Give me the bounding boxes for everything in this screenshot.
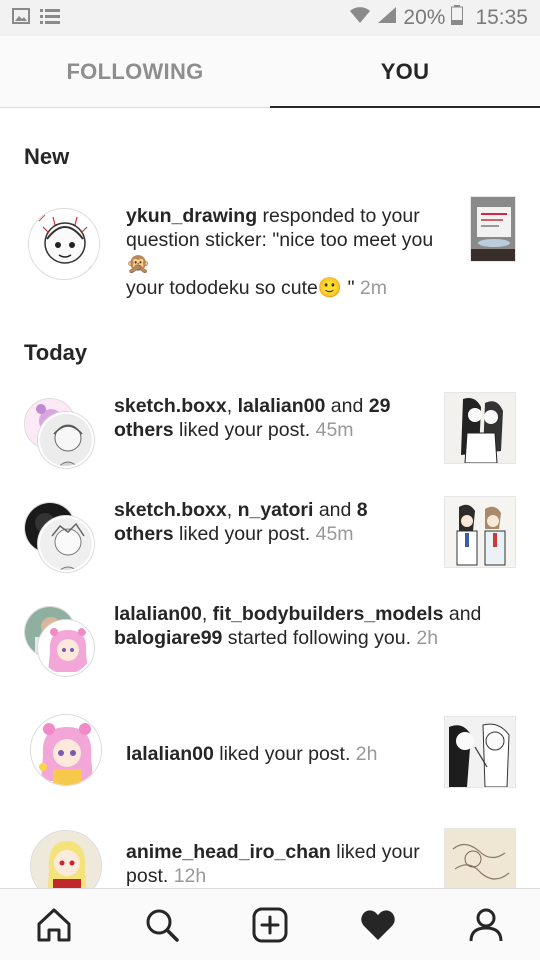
notification-message: liked your post. [173,523,311,545]
list-item[interactable]: anime_head_iro_chan liked your post. 12h [0,826,540,888]
username[interactable]: fit_bodybuilders_models [213,603,444,625]
post-thumbnail[interactable] [444,392,516,464]
conjunction: and [443,603,482,625]
avatar[interactable] [28,208,100,280]
post-thumbnail[interactable] [470,196,516,262]
profile-icon[interactable] [459,898,513,952]
post-thumbnail[interactable] [444,716,516,788]
list-item[interactable]: lalalian00, fit_bodybuilders_models and … [0,602,540,698]
username[interactable]: lalalian00 [238,395,326,417]
username[interactable]: sketch.boxx [114,499,227,521]
notification-text: ykun_drawing responded to your question … [126,204,446,300]
post-thumbnail[interactable] [444,828,516,888]
activity-heart-icon[interactable] [351,898,405,952]
wifi-icon [349,6,371,30]
timestamp: 2h [411,627,439,649]
image-icon [12,7,30,29]
battery-icon [451,5,464,31]
notification-text: sketch.boxx, n_yatori and 8 others liked… [114,498,414,546]
tab-you[interactable]: YOU [270,36,540,108]
home-icon[interactable] [27,898,81,952]
notification-message: started following you. [222,627,411,649]
username[interactable]: ykun_drawing [126,205,257,227]
avatar[interactable] [30,714,102,786]
separator: , [226,395,238,417]
tab-following[interactable]: FOLLOWING [0,36,270,107]
username[interactable]: balogiare99 [114,627,222,649]
avatar[interactable] [30,830,102,888]
list-item[interactable]: sketch.boxx, lalalian00 and 29 others li… [0,392,540,484]
username[interactable]: sketch.boxx [114,395,227,417]
add-post-icon[interactable] [243,898,297,952]
timestamp: 45m [310,523,354,545]
notification-text: anime_head_iro_chan liked your post. 12h [126,840,446,888]
conjunction: and [325,395,369,417]
notification-message-line2: your tododeku so cute🙂 " [126,277,355,299]
section-title-new: New [24,144,70,169]
username[interactable]: lalalian00 [126,743,214,765]
status-bar: 20% 15:35 [0,0,540,36]
notification-text: lalalian00, fit_bodybuilders_models and … [114,602,514,650]
search-icon[interactable] [135,898,189,952]
notification-text: lalalian00 liked your post. 2h [126,742,446,766]
signal-icon [377,6,397,30]
notification-message: liked your post. [213,743,351,765]
username[interactable]: lalalian00 [114,603,202,625]
username[interactable]: anime_head_iro_chan [126,841,331,863]
bottom-nav [0,888,540,960]
clock: 15:35 [475,6,528,29]
activity-tabs: FOLLOWING YOU [0,36,540,108]
timestamp: 12h [168,865,207,887]
timestamp: 45m [310,419,354,441]
avatar[interactable] [38,620,94,676]
battery-level: 20% [403,6,446,29]
conjunction: and [313,499,357,521]
timestamp: 2h [350,743,378,765]
timestamp: 2m [354,277,388,299]
list-item[interactable]: sketch.boxx, n_yatori and 8 others liked… [0,496,540,588]
separator: , [226,499,238,521]
notification-text: sketch.boxx, lalalian00 and 29 others li… [114,394,414,442]
list-item[interactable]: ykun_drawing responded to your question … [0,196,540,314]
avatar[interactable] [38,516,94,572]
list-icon [40,8,60,29]
notification-message: liked your post. [173,419,311,441]
separator: , [201,603,213,625]
section-title-today: Today [24,340,88,365]
username[interactable]: n_yatori [238,499,314,521]
activity-feed[interactable]: New ykun_drawing responded to your quest… [0,108,540,888]
avatar[interactable] [38,412,94,468]
list-item[interactable]: lalalian00 liked your post. 2h [0,710,540,810]
post-thumbnail[interactable] [444,496,516,568]
